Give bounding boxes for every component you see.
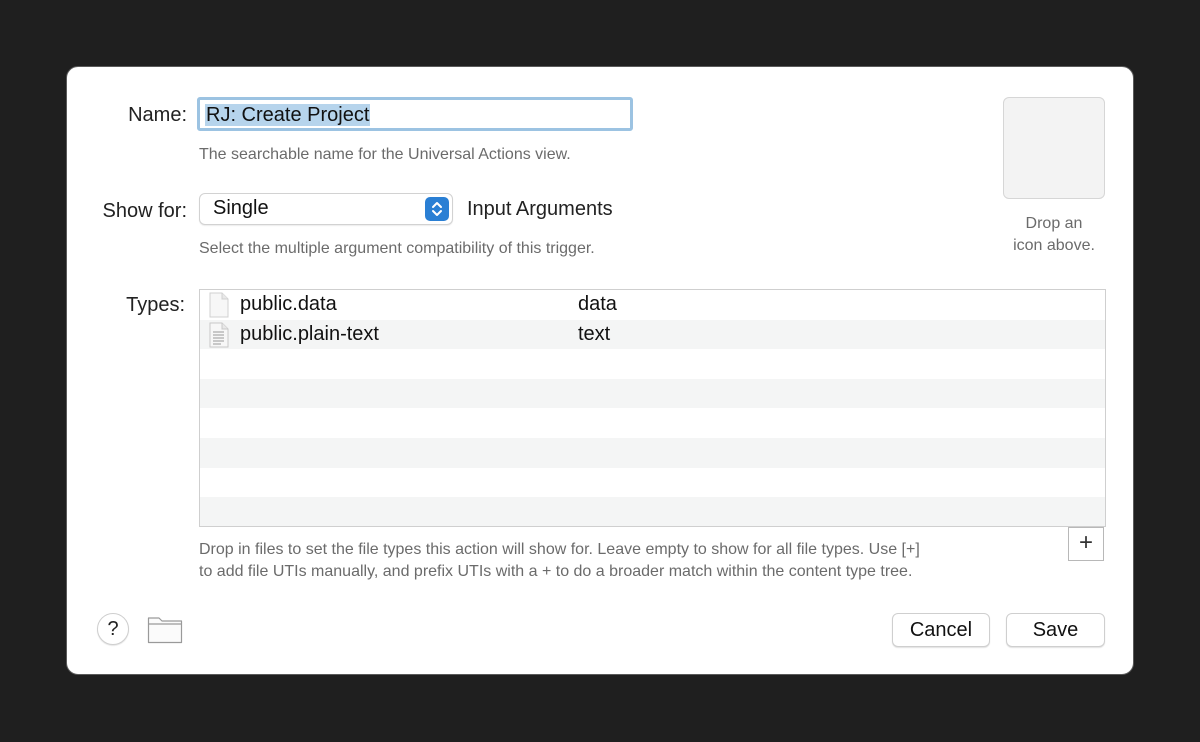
show-for-selected-value: Single [213,197,269,219]
type-uti: public.data [240,293,337,315]
types-label: Types: [126,294,185,316]
types-help-line2: to add file UTIs manually, and prefix UT… [199,563,913,580]
cancel-button[interactable]: Cancel [892,613,990,647]
empty-row [200,349,1105,379]
show-for-select[interactable]: Single [199,193,453,225]
empty-row [200,468,1105,498]
types-help-text: Drop in files to set the file types this… [199,539,1059,583]
empty-row [200,408,1105,438]
universal-action-dialog: Name: RJ: Create Project The searchable … [66,66,1134,675]
save-button[interactable]: Save [1006,613,1105,647]
icon-drop-hint: Drop an icon above. [993,213,1115,257]
name-input[interactable]: RJ: Create Project [197,97,633,131]
empty-row [200,437,1105,468]
table-row[interactable]: public.data data [200,290,1105,320]
types-help-line1: Drop in files to set the file types this… [199,541,920,558]
table-row[interactable]: public.plain-text text [200,319,1105,353]
type-uti: public.plain-text [240,322,379,345]
name-label: Name: [128,104,187,126]
folder-icon[interactable] [147,614,183,649]
type-kind: text [578,322,611,345]
icon-drop-well[interactable] [1003,97,1105,199]
empty-row [200,378,1105,409]
chevron-up-down-icon [425,197,449,221]
blank-document-icon [209,292,229,323]
show-for-suffix: Input Arguments [467,198,613,220]
name-input-value: RJ: Create Project [205,104,371,126]
show-for-help-text: Select the multiple argument compatibili… [199,240,595,257]
help-button[interactable]: ? [97,613,129,645]
types-table[interactable]: public.data data public.plain-text text [199,289,1106,527]
add-type-button[interactable]: + [1068,527,1104,561]
icon-drop-hint-line2: icon above. [1013,237,1095,254]
icon-drop-hint-line1: Drop an [1025,215,1083,232]
show-for-label: Show for: [102,200,187,222]
type-kind: data [578,293,617,315]
text-document-icon [209,322,229,353]
empty-row [200,497,1105,526]
name-help-text: The searchable name for the Universal Ac… [199,146,571,163]
